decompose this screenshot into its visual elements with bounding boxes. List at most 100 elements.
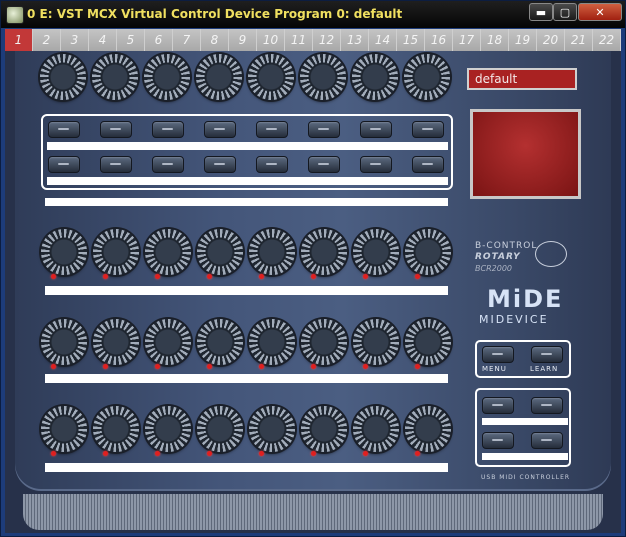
tab-9[interactable]: 9	[229, 29, 257, 51]
led-indicator	[415, 364, 420, 369]
rotary-encoder-knob[interactable]	[249, 406, 295, 452]
led-indicator	[415, 274, 420, 279]
rotary-encoder-knob[interactable]	[145, 319, 191, 365]
tab-22[interactable]: 22	[593, 29, 621, 51]
brand-label: B-CONTROL	[475, 241, 538, 251]
tab-8[interactable]: 8	[201, 29, 229, 51]
rotary-encoder-knob[interactable]	[41, 406, 87, 452]
midevice-logo: MiDE	[487, 285, 564, 313]
led-indicator	[311, 274, 316, 279]
tab-19[interactable]: 19	[509, 29, 537, 51]
rotary-encoder-knob[interactable]	[93, 229, 139, 275]
led-indicator	[415, 451, 420, 456]
close-button[interactable]: ✕	[578, 3, 622, 21]
led-indicator	[363, 451, 368, 456]
push-encoder-knob[interactable]	[144, 54, 190, 100]
tab-13[interactable]: 13	[341, 29, 369, 51]
tab-2[interactable]: 2	[33, 29, 61, 51]
push-encoder-knob[interactable]	[404, 54, 450, 100]
program-tab-bar: 1 2 3 4 5 6 7 8 9 10 11 12 13 14 15 16 17 18 19 20 21 22	[5, 29, 621, 51]
led-indicator	[103, 451, 108, 456]
led-indicator	[103, 364, 108, 369]
rotary-encoder-knob[interactable]	[301, 229, 347, 275]
tab-6[interactable]: 6	[145, 29, 173, 51]
push-encoder-knob[interactable]	[40, 54, 86, 100]
rotary-encoder-knob[interactable]	[249, 229, 295, 275]
rotary-encoder-knob[interactable]	[301, 406, 347, 452]
rotary-encoder-knob[interactable]	[405, 406, 451, 452]
led-indicator	[207, 451, 212, 456]
push-encoder-knob[interactable]	[248, 54, 294, 100]
tab-14[interactable]: 14	[369, 29, 397, 51]
tab-17[interactable]: 17	[453, 29, 481, 51]
learn-label: LEARN	[530, 365, 559, 373]
rotary-encoder-knob[interactable]	[41, 229, 87, 275]
window-title: 0 E: VST MCX Virtual Control Device Prog…	[27, 7, 403, 21]
tab-7[interactable]: 7	[173, 29, 201, 51]
led-indicator	[311, 451, 316, 456]
rotary-encoder-knob[interactable]	[93, 406, 139, 452]
rotary-encoder-knob[interactable]	[353, 319, 399, 365]
led-indicator	[51, 274, 56, 279]
led-indicator	[155, 364, 160, 369]
app-icon[interactable]	[6, 6, 24, 24]
label-strip	[45, 198, 448, 206]
led-indicator	[103, 274, 108, 279]
tab-21[interactable]: 21	[565, 29, 593, 51]
bcr2000-device-panel: default B-CONTROL ROTARY BCR2000 MiDE MI…	[5, 51, 621, 533]
push-encoder-knob[interactable]	[300, 54, 346, 100]
rotary-encoder-knob[interactable]	[145, 229, 191, 275]
tab-11[interactable]: 11	[285, 29, 313, 51]
device-footer-grille	[23, 494, 603, 530]
tab-20[interactable]: 20	[537, 29, 565, 51]
tab-1[interactable]: 1	[5, 29, 33, 51]
label-strip	[45, 463, 448, 472]
rotary-encoder-knob[interactable]	[353, 229, 399, 275]
tab-15[interactable]: 15	[397, 29, 425, 51]
tab-3[interactable]: 3	[61, 29, 89, 51]
tab-5[interactable]: 5	[117, 29, 145, 51]
rotary-encoder-knob[interactable]	[353, 406, 399, 452]
lcd-screen	[470, 109, 581, 199]
brand-sub-label: ROTARY	[475, 252, 521, 262]
behringer-logo-icon	[535, 241, 567, 267]
maximize-button[interactable]: ▢	[553, 3, 577, 21]
led-indicator	[207, 274, 212, 279]
led-indicator	[259, 364, 264, 369]
minimize-button[interactable]: ▬	[529, 3, 553, 21]
rotary-encoder-knob[interactable]	[405, 319, 451, 365]
rotary-encoder-knob[interactable]	[249, 319, 295, 365]
led-indicator	[259, 451, 264, 456]
led-indicator	[363, 364, 368, 369]
tab-4[interactable]: 4	[89, 29, 117, 51]
push-encoder-knob[interactable]	[92, 54, 138, 100]
tab-16[interactable]: 16	[425, 29, 453, 51]
led-indicator	[51, 451, 56, 456]
label-strip	[45, 286, 448, 295]
rotary-encoder-knob[interactable]	[197, 319, 243, 365]
led-indicator	[259, 274, 264, 279]
rotary-encoder-knob[interactable]	[301, 319, 347, 365]
midevice-logo-text: MIDEVICE	[479, 313, 549, 326]
push-button-group-box	[41, 114, 453, 190]
led-indicator	[363, 274, 368, 279]
rotary-encoder-knob[interactable]	[93, 319, 139, 365]
push-encoder-knob[interactable]	[352, 54, 398, 100]
app-window: 0 E: VST MCX Virtual Control Device Prog…	[0, 0, 626, 537]
led-indicator	[155, 274, 160, 279]
title-bar[interactable]: 0 E: VST MCX Virtual Control Device Prog…	[1, 1, 625, 28]
tab-10[interactable]: 10	[257, 29, 285, 51]
rotary-encoder-knob[interactable]	[197, 229, 243, 275]
rotary-encoder-knob[interactable]	[197, 406, 243, 452]
rotary-encoder-knob[interactable]	[41, 319, 87, 365]
rotary-encoder-knob[interactable]	[145, 406, 191, 452]
model-label: BCR2000	[475, 264, 512, 273]
tab-12[interactable]: 12	[313, 29, 341, 51]
preset-name-display[interactable]: default	[467, 68, 577, 90]
led-indicator	[311, 364, 316, 369]
preset-button-box	[475, 388, 571, 467]
push-encoder-knob[interactable]	[196, 54, 242, 100]
rotary-encoder-knob[interactable]	[405, 229, 451, 275]
usb-midi-controller-label: USB MIDI CONTROLLER	[481, 474, 571, 481]
tab-18[interactable]: 18	[481, 29, 509, 51]
